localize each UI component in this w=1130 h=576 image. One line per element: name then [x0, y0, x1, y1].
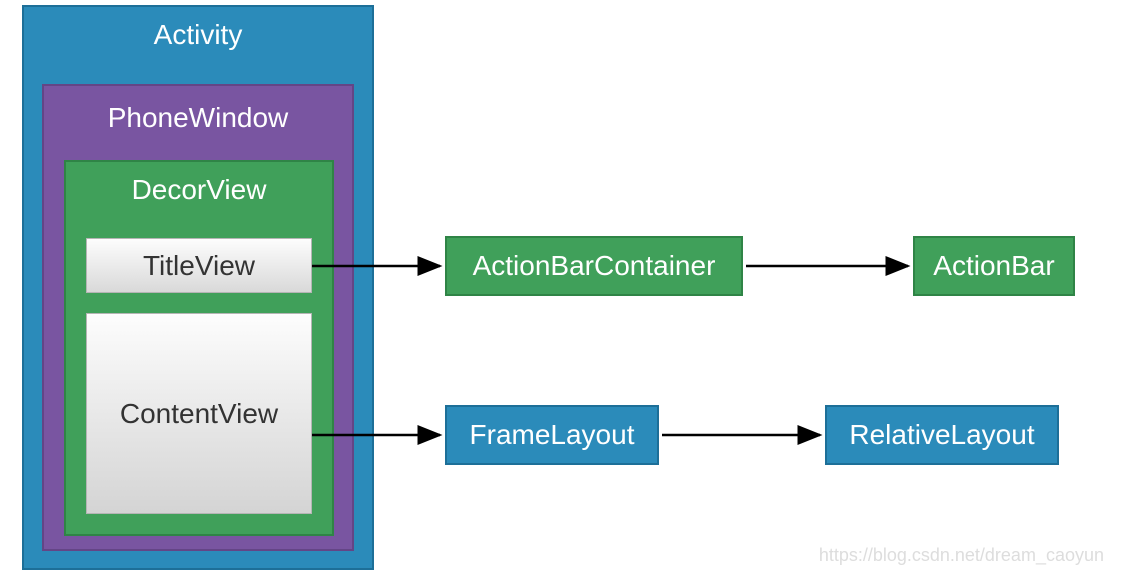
arrows-layer: [0, 0, 1130, 576]
